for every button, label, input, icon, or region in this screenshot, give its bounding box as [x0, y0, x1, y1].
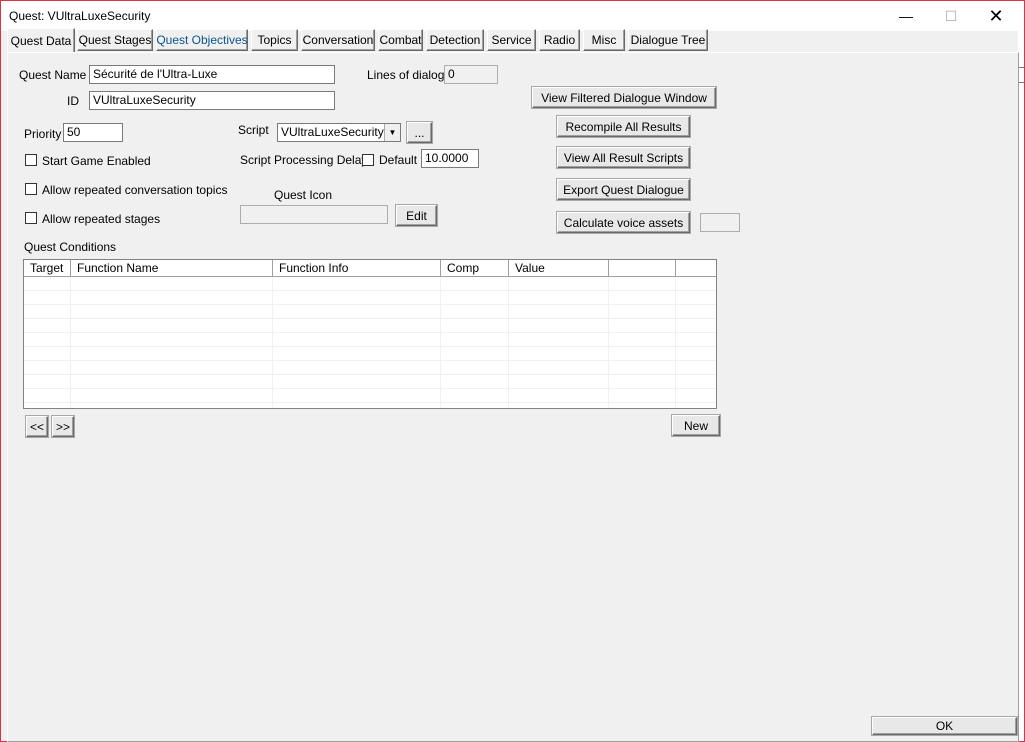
table-row[interactable] — [24, 319, 716, 333]
tab-radio[interactable]: Radio — [539, 29, 580, 51]
voice-assets-field — [700, 213, 740, 232]
lines-of-dialog-field: 0 — [444, 65, 498, 84]
view-result-scripts-button[interactable]: View All Result Scripts — [556, 146, 691, 169]
table-row[interactable] — [24, 389, 716, 403]
priority-field[interactable]: 50 — [63, 123, 123, 142]
column-header[interactable] — [609, 260, 676, 277]
tab-label: Quest Stages — [78, 33, 152, 47]
tab-quest-objectives[interactable]: Quest Objectives — [156, 29, 248, 51]
column-header[interactable]: Comp — [441, 260, 509, 277]
window-title: Quest: VUltraLuxeSecurity — [9, 9, 151, 23]
priority-label: Priority — [24, 127, 62, 141]
table-row[interactable] — [24, 333, 716, 347]
quest-icon-label: Quest Icon — [274, 188, 333, 202]
title-bar[interactable]: Quest: VUltraLuxeSecurity — ☐ ✕ — [1, 1, 1024, 31]
script-dropdown-value: VUltraLuxeSecuritySC — [281, 125, 401, 139]
maximize-button[interactable]: ☐ — [928, 1, 974, 31]
tab-label: Radio — [543, 33, 576, 47]
quest-conditions-table[interactable]: Target Function Name Function Info Comp … — [23, 259, 717, 409]
tab-combat[interactable]: Combat — [378, 29, 423, 51]
id-label: ID — [67, 94, 79, 108]
minimize-button[interactable]: — — [883, 1, 929, 31]
column-header[interactable]: Function Info — [273, 260, 441, 277]
tab-label: Service — [491, 33, 532, 47]
close-button[interactable]: ✕ — [973, 1, 1019, 31]
tab-detection[interactable]: Detection — [426, 29, 484, 51]
script-label: Script — [238, 123, 269, 137]
tab-dialogue-tree[interactable]: Dialogue Tree — [628, 29, 708, 51]
default-label: Default — [379, 153, 418, 167]
tab-conversation[interactable]: Conversation — [301, 29, 375, 51]
script-browse-button[interactable]: ... — [406, 121, 433, 144]
column-header[interactable]: Target — [24, 260, 71, 277]
lines-of-dialog-label: Lines of dialog: — [367, 68, 448, 82]
script-dropdown[interactable]: VUltraLuxeSecuritySC ▼ — [277, 123, 401, 142]
tab-label: Detection — [429, 33, 481, 47]
tab-label: Misc — [591, 33, 617, 47]
tab-label: Conversation — [302, 33, 374, 47]
start-game-enabled-checkbox[interactable] — [25, 154, 37, 166]
quest-window: Quest: VUltraLuxeSecurity — ☐ ✕ Quest Da… — [0, 0, 1025, 742]
column-header[interactable]: Value — [509, 260, 609, 277]
script-delay-label: Script Processing Delay — [240, 153, 368, 167]
table-row[interactable] — [24, 291, 716, 305]
quest-conditions-label: Quest Conditions — [24, 240, 117, 254]
table-row[interactable] — [24, 347, 716, 361]
tab-label: Topics — [257, 33, 292, 47]
table-row[interactable] — [24, 375, 716, 389]
quest-name-field[interactable]: Sécurité de l'Ultra-Luxe — [89, 65, 335, 84]
script-delay-field[interactable]: 10.0000 — [421, 149, 479, 168]
view-filtered-dialogue-button[interactable]: View Filtered Dialogue Window — [531, 86, 717, 109]
start-game-enabled-label: Start Game Enabled — [42, 154, 151, 168]
close-icon: ✕ — [988, 5, 1004, 26]
quest-icon-field — [240, 205, 388, 224]
table-row[interactable] — [24, 277, 716, 291]
edit-icon-button[interactable]: Edit — [395, 204, 438, 227]
calculate-voice-button[interactable]: Calculate voice assets — [556, 211, 691, 234]
tab-misc[interactable]: Misc — [583, 29, 625, 51]
tab-label: Quest Objectives — [156, 33, 248, 47]
repeat-topics-label: Allow repeated conversation topics — [42, 183, 228, 197]
minimize-icon: — — [899, 8, 913, 24]
id-field[interactable]: VUltraLuxeSecurity — [89, 91, 335, 110]
default-checkbox[interactable] — [362, 154, 374, 166]
chevron-down-icon[interactable]: ▼ — [384, 124, 400, 141]
maximize-icon: ☐ — [944, 7, 958, 24]
tab-topics[interactable]: Topics — [251, 29, 298, 51]
tab-label: Quest Data — [10, 33, 72, 48]
recompile-results-button[interactable]: Recompile All Results — [556, 115, 691, 138]
repeat-topics-checkbox[interactable] — [25, 183, 37, 195]
tab-quest-data[interactable]: Quest Data — [7, 28, 75, 52]
table-header: Target Function Name Function Info Comp … — [24, 260, 716, 277]
table-row[interactable] — [24, 361, 716, 375]
ok-button[interactable]: OK — [871, 716, 1018, 736]
quest-name-label: Quest Name — [19, 68, 87, 82]
column-header[interactable] — [676, 260, 716, 277]
tab-label: Dialogue Tree — [630, 33, 706, 47]
tab-service[interactable]: Service — [487, 29, 536, 51]
repeat-stages-label: Allow repeated stages — [42, 212, 161, 226]
next-button[interactable]: >> — [51, 415, 75, 438]
previous-button[interactable]: << — [25, 415, 49, 438]
tab-quest-stages[interactable]: Quest Stages — [77, 29, 153, 51]
new-condition-button[interactable]: New — [671, 414, 721, 437]
tab-label: Combat — [379, 33, 422, 47]
repeat-stages-checkbox[interactable] — [25, 212, 37, 224]
table-row[interactable] — [24, 305, 716, 319]
export-dialogue-button[interactable]: Export Quest Dialogue — [556, 178, 691, 201]
column-header[interactable]: Function Name — [71, 260, 273, 277]
